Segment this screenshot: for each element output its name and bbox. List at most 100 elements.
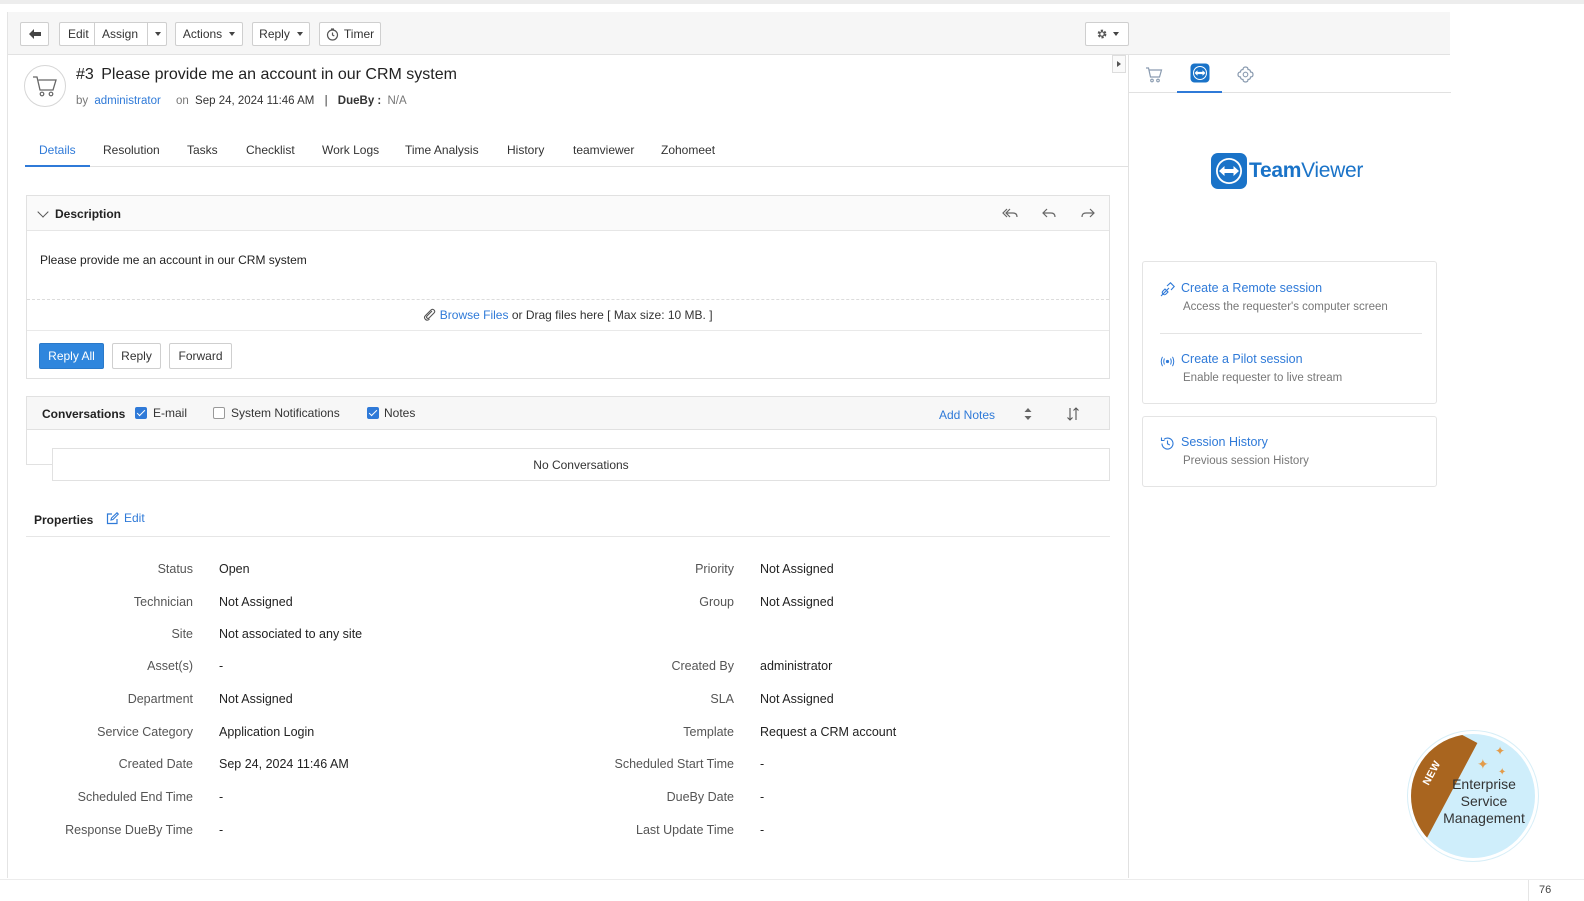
enterprise-service-management-badge[interactable]: NEW ✦ ✦ ✦ Enterprise Service Management (1408, 731, 1538, 861)
edit-icon (106, 511, 119, 524)
property-value: - (760, 757, 765, 771)
no-conversations-message: No Conversations (52, 448, 1110, 481)
actions-button[interactable]: Actions (175, 22, 243, 46)
integrations-sidebar: TeamViewer Create a Remote session Acces… (1128, 55, 1451, 878)
page-title: #3 Please provide me an account in our C… (76, 66, 457, 84)
on-label: on (176, 95, 189, 107)
reply-all-icon[interactable] (1001, 204, 1019, 222)
pilot-session-description: Enable requester to live stream (1183, 372, 1343, 384)
property-value: administrator (760, 659, 833, 673)
toolbar: Edit Assign Actions Reply Timer (8, 12, 1450, 55)
reply-menu-button[interactable]: Reply (252, 22, 310, 46)
property-value: Open (219, 562, 250, 576)
chevron-down-icon (296, 32, 303, 36)
sort-icon[interactable] (1066, 407, 1080, 421)
create-pilot-session-link[interactable]: Create a Pilot session (1181, 352, 1303, 366)
description-panel: Description Please provide me an account… (26, 195, 1110, 379)
chevron-down-icon[interactable] (37, 206, 49, 218)
settings-button[interactable] (1085, 22, 1129, 46)
request-meta: by administrator on Sep 24, 2024 11:46 A… (76, 95, 407, 107)
forward-button[interactable]: Forward (169, 343, 232, 369)
dueby-label: DueBy : (337, 95, 382, 107)
reply-icon[interactable] (1040, 204, 1058, 222)
property-label: Status (157, 562, 193, 576)
system-notifications-checkbox[interactable] (213, 407, 225, 419)
tab-history[interactable]: History (493, 134, 558, 167)
sidebar-tab-zoho[interactable] (1223, 55, 1268, 93)
add-notes-link[interactable]: Add Notes (939, 408, 995, 422)
property-value: Application Login (219, 725, 315, 739)
property-label: Priority (695, 562, 734, 576)
session-history-link[interactable]: Session History (1181, 435, 1268, 449)
main-content: #3 Please provide me an account in our C… (8, 55, 1128, 878)
request-type-avatar (24, 65, 66, 107)
assign-button[interactable]: Assign (102, 27, 138, 41)
attachment-dropzone[interactable]: Browse Files or Drag files here [ Max si… (27, 299, 1109, 331)
status-bar (0, 879, 1584, 901)
paperclip-icon (424, 308, 436, 321)
property-value: - (219, 823, 224, 837)
description-header[interactable]: Description (27, 196, 1109, 231)
tab-time-analysis[interactable]: Time Analysis (391, 134, 493, 167)
property-value: Not Assigned (760, 595, 834, 609)
cart-icon (1145, 66, 1162, 82)
back-button[interactable] (20, 22, 49, 46)
esm-line-3: Management (1443, 810, 1525, 826)
sidebar-tab-teamviewer[interactable] (1177, 55, 1222, 93)
property-label: Group (699, 595, 734, 609)
tab-details[interactable]: Details (25, 134, 90, 167)
sidebar-tab-cart[interactable] (1131, 55, 1176, 93)
notes-checkbox[interactable] (367, 407, 379, 419)
remote-session-icon (1160, 282, 1175, 297)
timer-button[interactable]: Timer (319, 22, 381, 46)
by-label: by (76, 95, 89, 107)
reply-all-button[interactable]: Reply All (39, 343, 104, 369)
request-frame: Edit Assign Actions Reply Timer #3 Pleas… (7, 12, 1451, 878)
expand-collapse-icon[interactable] (1023, 407, 1033, 421)
tab-teamviewer[interactable]: teamviewer (559, 134, 648, 167)
description-title: Description (55, 207, 122, 221)
property-value: - (219, 790, 224, 804)
property-value: Request a CRM account (760, 725, 897, 739)
browse-files-link[interactable]: Browse Files (440, 308, 509, 322)
email-checkbox[interactable] (135, 407, 147, 419)
gear-icon (1097, 29, 1107, 39)
actions-label: Actions (182, 27, 223, 41)
notes-checkbox-label: Notes (384, 406, 416, 420)
description-body: Please provide me an account in our CRM … (40, 253, 307, 267)
property-label: Template (683, 725, 734, 739)
properties-edit-label: Edit (124, 511, 145, 525)
divider (94, 23, 95, 45)
property-value: - (760, 790, 765, 804)
email-checkbox-label: E-mail (153, 406, 188, 420)
tab-resolution[interactable]: Resolution (89, 134, 174, 167)
property-label: Scheduled End Time (77, 790, 193, 804)
request-subject: Please provide me an account in our CRM … (101, 66, 457, 83)
tab-zohomeet[interactable]: Zohomeet (647, 134, 729, 167)
esm-line-1: Enterprise (1452, 776, 1516, 792)
chevron-down-icon (155, 32, 161, 36)
esm-text: Enterprise Service Management (1429, 776, 1535, 827)
property-label: Scheduled Start Time (614, 757, 734, 771)
divider (26, 464, 52, 465)
divider (26, 430, 27, 465)
reply-menu-label: Reply (259, 27, 290, 41)
conversations-bar: Conversations E-mail System Notification… (26, 396, 1110, 430)
property-label: Site (171, 627, 193, 641)
author-link[interactable]: administrator (94, 95, 160, 107)
teamviewer-logo-text: TeamViewer (1249, 159, 1363, 183)
edit-button[interactable]: Edit (68, 27, 89, 41)
create-remote-session-link[interactable]: Create a Remote session (1181, 281, 1322, 295)
tab-checklist[interactable]: Checklist (232, 134, 309, 167)
tab-work-logs[interactable]: Work Logs (308, 134, 393, 167)
tab-tasks[interactable]: Tasks (173, 134, 232, 167)
collapse-sidebar-button[interactable] (1112, 55, 1126, 73)
forward-icon[interactable] (1079, 204, 1097, 222)
logo-bold: Team (1249, 159, 1302, 182)
assign-dropdown-button[interactable] (148, 23, 168, 45)
session-actions-card: Create a Remote session Access the reque… (1142, 261, 1437, 404)
tab-bar: Details Resolution Tasks Checklist Work … (25, 134, 1128, 167)
teamviewer-logo-icon (1211, 153, 1247, 189)
reply-button[interactable]: Reply (112, 343, 161, 369)
properties-edit-button[interactable]: Edit (106, 511, 145, 525)
